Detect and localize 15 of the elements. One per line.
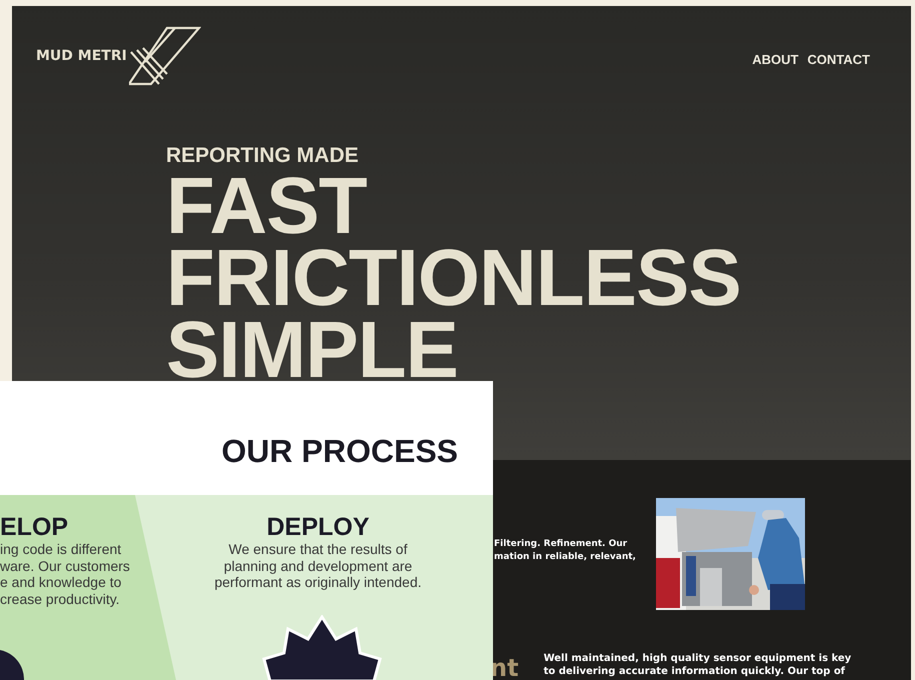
logo-mark-icon <box>128 26 201 86</box>
nav-link[interactable]: CONTACT <box>807 52 870 66</box>
hero-kicker: REPORTING MADE <box>166 144 360 168</box>
logo-text[interactable]: MUD METRI <box>36 48 127 64</box>
nav-link[interactable]: ABOUT <box>752 52 798 66</box>
equipment-paragraph: Well maintained, high quality sensor equipment is key to delivering accurate information quickly. Our top of <box>544 652 852 678</box>
process-title: OUR PROCESS <box>220 432 459 471</box>
hero-headline: SIMPLE <box>166 314 458 386</box>
step-description: We ensure that the results of planning and development are performant as originally intended. <box>213 541 422 590</box>
step-title: ELOP <box>0 513 70 541</box>
step-description: ing code is different ware. Our customers e and knowledge to crease productivity. <box>0 541 130 607</box>
step-title: DEPLOY <box>266 513 370 541</box>
intro-paragraph: Filtering. Refinement. Our mation in reliable, relevant, <box>494 538 636 564</box>
hero-headline: FRICTIONLESS <box>166 242 742 314</box>
hero-headline: FAST <box>166 170 367 242</box>
